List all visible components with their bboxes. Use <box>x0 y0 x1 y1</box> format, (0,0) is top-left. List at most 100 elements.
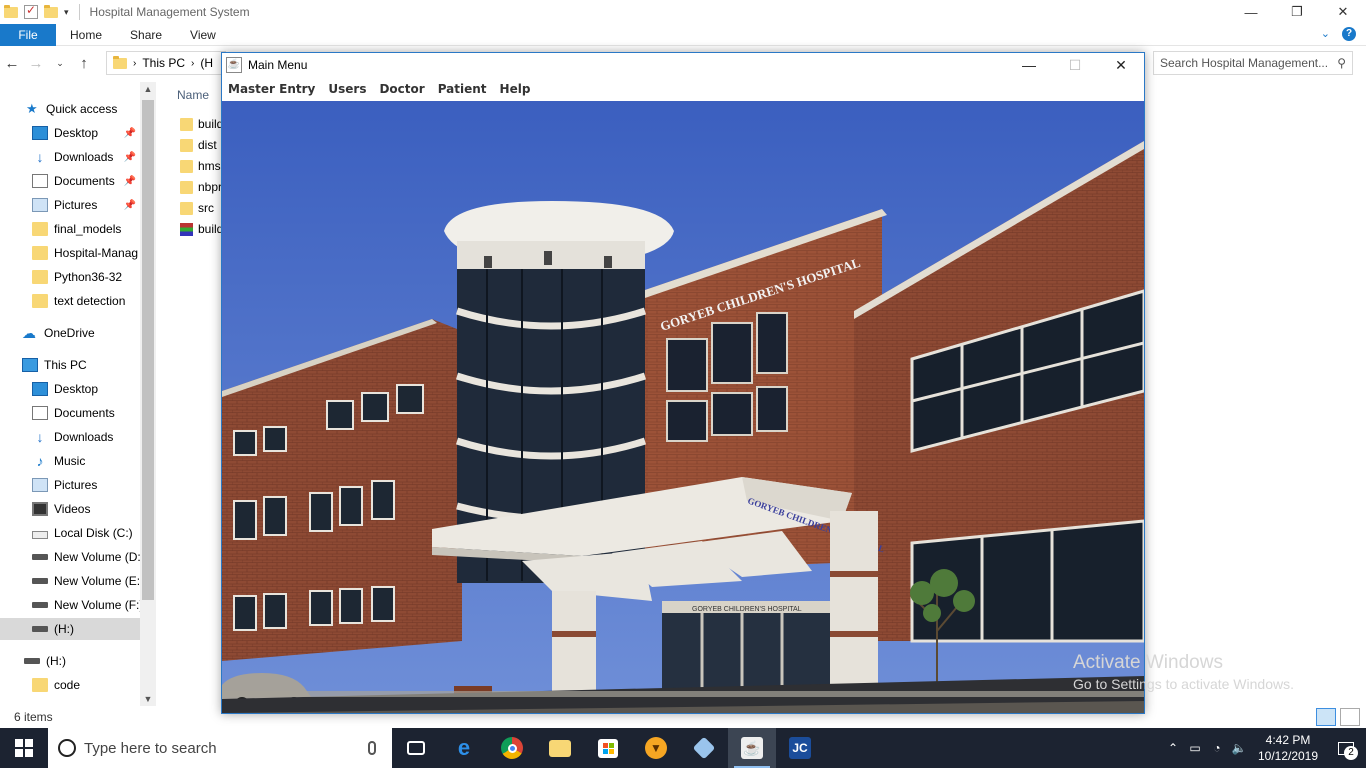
close-button[interactable]: ✕ <box>1320 0 1366 24</box>
battery-icon[interactable]: ▭ <box>1184 741 1206 755</box>
volume-icon[interactable]: 🔈 <box>1228 741 1250 755</box>
nav-item-desktop[interactable]: Desktop 📌 <box>0 122 140 144</box>
navigation-pane[interactable]: ★ Quick access Desktop 📌 ↓ Downloads 📌 Docum… <box>0 82 156 706</box>
downloads-icon: ↓ <box>36 149 44 165</box>
tab-file[interactable]: File <box>0 23 56 46</box>
nav-item-this-pc[interactable]: This PC <box>0 354 140 376</box>
list-item[interactable]: hms <box>180 156 221 176</box>
pin-icon: 📌 <box>123 199 136 211</box>
list-item[interactable]: nbproject <box>180 177 222 197</box>
folder-icon <box>32 222 48 236</box>
main-menu-titlebar: ☕ Main Menu — ☐ ✕ <box>222 53 1144 77</box>
scroll-down-icon[interactable]: ▼ <box>140 694 156 704</box>
scroll-up-icon[interactable]: ▲ <box>140 84 156 94</box>
hospital-building-illustration: GORYEB CHILDREN'S HOSPITAL GORYEB CHILDR… <box>222 101 1144 713</box>
downloads-icon: ↓ <box>36 429 44 445</box>
taskbar-search-box[interactable]: Type here to search <box>48 728 392 768</box>
maximize-button[interactable]: ☐ <box>1052 53 1098 77</box>
file-explorer-button[interactable] <box>536 728 584 768</box>
details-view-button[interactable] <box>1316 708 1336 726</box>
tab-share[interactable]: Share <box>116 28 176 42</box>
nav-item-videos[interactable]: Videos <box>0 498 140 520</box>
back-arrow-icon[interactable]: ← <box>0 55 24 72</box>
nav-item-quick-access[interactable]: ★ Quick access <box>26 98 140 120</box>
wifi-icon[interactable]: ◔ <box>1206 741 1228 755</box>
nav-item-onedrive[interactable]: ☁ OneDrive <box>0 322 140 344</box>
list-item[interactable]: src <box>180 198 214 218</box>
customize-toolbar-icon[interactable]: ▾ <box>64 7 69 18</box>
archive-icon <box>180 222 193 236</box>
nav-item-volume-d[interactable]: New Volume (D: <box>0 546 140 568</box>
properties-icon[interactable] <box>24 3 38 19</box>
hospital-photo: GORYEB CHILDREN'S HOSPITAL GORYEB CHILDR… <box>222 101 1144 713</box>
nav-item-pc-downloads[interactable]: ↓ Downloads <box>0 426 140 448</box>
close-button[interactable]: ✕ <box>1098 53 1144 77</box>
up-arrow-icon[interactable]: ↑ <box>72 55 96 72</box>
tab-home[interactable]: Home <box>56 28 116 42</box>
java-app-button[interactable]: ☕ <box>728 728 776 768</box>
nav-item-pictures[interactable]: Pictures 📌 <box>0 194 140 216</box>
ribbon-tabs: File Home Share View ⌄ ? <box>0 23 1366 46</box>
nav-item-python36[interactable]: Python36-32 <box>0 266 140 288</box>
help-icon[interactable]: ? <box>1342 27 1356 41</box>
task-view-button[interactable] <box>392 728 440 768</box>
nav-item-volume-f[interactable]: New Volume (F:) <box>0 594 140 616</box>
documents-icon <box>32 174 48 188</box>
star-icon: ★ <box>26 101 38 116</box>
chevron-right-icon: › <box>133 57 137 69</box>
nav-item-drive-h[interactable]: (H:) <box>0 618 140 640</box>
nav-item-code[interactable]: code <box>0 674 140 696</box>
expand-ribbon-icon[interactable]: ⌄ <box>1321 27 1330 41</box>
nav-item-pc-desktop[interactable]: Desktop <box>0 378 140 400</box>
large-icons-view-button[interactable] <box>1340 708 1360 726</box>
menu-users[interactable]: Users <box>322 82 372 96</box>
chevron-up-icon[interactable]: ⌃ <box>1162 741 1184 755</box>
breadcrumb-this-pc[interactable]: This PC <box>142 56 185 70</box>
nav-item-drive-h-2[interactable]: (H:) <box>0 650 140 672</box>
menu-doctor[interactable]: Doctor <box>373 82 430 96</box>
nav-item-volume-e[interactable]: New Volume (E:) <box>0 570 140 592</box>
virtualbox-button[interactable] <box>680 728 728 768</box>
explorer-search-input[interactable]: Search Hospital Management... ⚲ <box>1153 51 1353 75</box>
microphone-icon[interactable] <box>368 741 376 755</box>
minimize-button[interactable]: — <box>1006 53 1052 77</box>
store-button[interactable] <box>584 728 632 768</box>
nav-item-music[interactable]: ♪ Music <box>0 450 140 472</box>
list-item[interactable]: dist <box>180 135 217 155</box>
column-header-name[interactable]: Name <box>177 88 209 102</box>
nav-item-hospital-manag[interactable]: Hospital-Manag <box>0 242 140 264</box>
nav-scrollbar[interactable]: ▲ ▼ <box>140 82 156 706</box>
videos-icon <box>32 502 48 516</box>
main-menu-window: ☕ Main Menu — ☐ ✕ Master Entry Users Doc… <box>221 52 1145 714</box>
nav-item-text-detection[interactable]: text detection <box>0 290 140 312</box>
action-center-button[interactable]: 2 <box>1326 728 1366 768</box>
start-button[interactable] <box>0 728 48 768</box>
nav-item-downloads[interactable]: ↓ Downloads 📌 <box>0 146 140 168</box>
nav-item-local-disk-c[interactable]: Local Disk (C:) <box>0 522 140 544</box>
restore-button[interactable]: ❐ <box>1274 0 1320 24</box>
minimize-button[interactable]: — <box>1228 0 1274 24</box>
brave-button[interactable]: ▼ <box>632 728 680 768</box>
new-folder-icon[interactable] <box>44 4 58 18</box>
list-item[interactable]: build <box>180 219 222 239</box>
nav-item-pc-documents[interactable]: Documents <box>0 402 140 424</box>
forward-arrow-icon[interactable]: → <box>24 55 48 72</box>
nav-item-final-models[interactable]: final_models <box>0 218 140 240</box>
menu-master-entry[interactable]: Master Entry <box>222 82 321 96</box>
folder-icon <box>180 117 193 131</box>
edge-button[interactable]: e <box>440 728 488 768</box>
address-bar[interactable]: › This PC › (H <box>106 51 226 75</box>
system-tray: ⌃ ▭ ◔ 🔈 4:42 PM 10/12/2019 2 <box>1162 728 1366 768</box>
scroll-thumb[interactable] <box>142 100 154 600</box>
chrome-button[interactable] <box>488 728 536 768</box>
nav-item-documents[interactable]: Documents 📌 <box>0 170 140 192</box>
list-item[interactable]: build <box>180 114 222 134</box>
netbeans-button[interactable]: JC <box>776 728 824 768</box>
clock[interactable]: 4:42 PM 10/12/2019 <box>1250 732 1326 764</box>
menu-patient[interactable]: Patient <box>432 82 493 96</box>
nav-item-pc-pictures[interactable]: Pictures <box>0 474 140 496</box>
menu-help[interactable]: Help <box>494 82 537 96</box>
breadcrumb-drive[interactable]: (H <box>200 56 213 70</box>
tab-view[interactable]: View <box>176 28 230 42</box>
recent-locations-icon[interactable]: ⌄ <box>48 58 72 69</box>
